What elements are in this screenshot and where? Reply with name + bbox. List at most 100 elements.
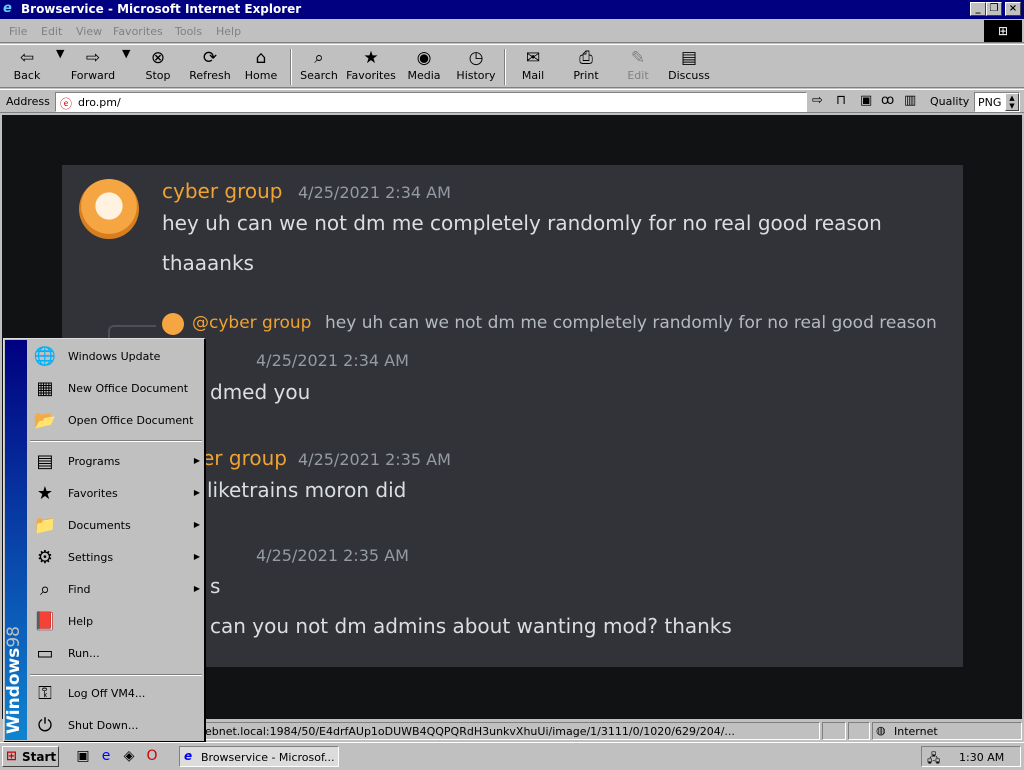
submenu-arrow-icon: ▶ bbox=[193, 520, 200, 529]
favorites-folder-icon: ★ bbox=[363, 48, 379, 68]
taskbar-window-button[interactable]: e Browservice - Microsof... bbox=[179, 746, 339, 767]
submenu-arrow-icon: ▶ bbox=[193, 584, 200, 593]
back-button[interactable]: ⇦ Back bbox=[4, 47, 50, 87]
shut-down-icon: ⏻ bbox=[37, 715, 53, 736]
menu-item-settings[interactable]: ⚙ Settings ▶ bbox=[28, 542, 204, 574]
message-text: thaaanks bbox=[162, 251, 254, 275]
discuss-button[interactable]: ▤ Discuss bbox=[666, 47, 712, 87]
menu-item-new-office-document[interactable]: ▦ New Office Document bbox=[28, 373, 204, 405]
home-button[interactable]: ⌂ Home bbox=[240, 47, 282, 87]
menu-edit[interactable]: Edit bbox=[41, 25, 62, 38]
settings-gear-icon: ⚙ bbox=[36, 547, 54, 568]
menu-help[interactable]: Help bbox=[216, 25, 241, 38]
quality-value: PNG bbox=[978, 96, 1002, 109]
media-icon: ◉ bbox=[416, 48, 432, 68]
menu-item-find[interactable]: ⌕ Find ▶ bbox=[28, 574, 204, 606]
address-input[interactable]: ⓔ dro.pm/ bbox=[55, 92, 807, 112]
print-button[interactable]: ⎙ Print bbox=[566, 47, 606, 87]
message-author: er group bbox=[202, 446, 287, 470]
help-book-icon: 📕 bbox=[33, 611, 57, 632]
search-button[interactable]: ⌕ Search bbox=[298, 47, 340, 87]
quality-spinner[interactable]: ▲ ▼ bbox=[1005, 93, 1019, 111]
history-button[interactable]: ◷ History bbox=[454, 47, 498, 87]
address-label: Address bbox=[6, 95, 50, 108]
menu-item-log-off[interactable]: ⚿ Log Off VM4... bbox=[28, 678, 204, 710]
message-text: dmed you bbox=[210, 380, 311, 404]
forward-button[interactable]: ⇨ Forward bbox=[68, 47, 118, 87]
page-icon: ⓔ bbox=[60, 97, 73, 111]
start-button[interactable]: ⊞ Start bbox=[2, 746, 59, 767]
mail-icon: ✉ bbox=[525, 48, 541, 68]
back-arrow-icon: ⇦ bbox=[19, 48, 35, 68]
go-arrow-icon[interactable]: ⇨ bbox=[812, 93, 823, 109]
message-text: s bbox=[210, 574, 221, 598]
quality-label: Quality bbox=[930, 95, 970, 108]
find-binoculars-icon[interactable]: ꝏ bbox=[881, 93, 894, 109]
menu-item-documents[interactable]: 📁 Documents ▶ bbox=[28, 510, 204, 542]
view-source-icon[interactable]: ▣ bbox=[860, 93, 872, 109]
menu-item-favorites[interactable]: ★ Favorites ▶ bbox=[28, 478, 204, 510]
toolbar: ⇦ Back ▼ ⇨ Forward ▼ ⊗ Stop ⟳ Refresh ⌂ … bbox=[0, 44, 1024, 88]
history-icon: ◷ bbox=[468, 48, 484, 68]
menu-view[interactable]: View bbox=[76, 25, 102, 38]
address-url: dro.pm/ bbox=[78, 96, 121, 109]
globe-icon: ◍ bbox=[876, 724, 886, 737]
address-bar: Address ⓔ dro.pm/ ⇨ ⊓ ▣ ꝏ ▥ Quality PNG … bbox=[0, 89, 1024, 113]
find-magnifier-icon: ⌕ bbox=[39, 579, 51, 600]
message-timestamp: 4/25/2021 2:35 AM bbox=[256, 546, 409, 565]
close-button[interactable]: × bbox=[1005, 2, 1021, 16]
favorites-button[interactable]: ★ Favorites bbox=[344, 47, 398, 87]
media-button[interactable]: ◉ Media bbox=[404, 47, 444, 87]
run-icon: ▭ bbox=[36, 643, 54, 664]
submenu-arrow-icon: ▶ bbox=[193, 488, 200, 497]
stop-icon: ⊗ bbox=[150, 48, 166, 68]
clock: 1:30 AM bbox=[959, 751, 1005, 764]
log-off-key-icon: ⚿ bbox=[38, 683, 52, 704]
mail-button[interactable]: ✉ Mail bbox=[512, 47, 554, 87]
menu-item-shut-down[interactable]: ⏻ Shut Down... bbox=[28, 710, 204, 742]
menu-item-programs[interactable]: ▤ Programs ▶ bbox=[28, 446, 204, 478]
forward-arrow-icon: ⇨ bbox=[85, 48, 101, 68]
search-icon: ⌕ bbox=[314, 48, 324, 68]
menu-item-run[interactable]: ▭ Run... bbox=[28, 638, 204, 670]
back-dropdown-icon[interactable]: ▼ bbox=[56, 47, 64, 87]
edit-button[interactable]: ✎ Edit bbox=[618, 47, 658, 87]
menu-item-windows-update[interactable]: 🌐 Windows Update bbox=[28, 341, 204, 373]
opera-icon[interactable]: O bbox=[143, 747, 161, 765]
submenu-arrow-icon: ▶ bbox=[193, 456, 200, 465]
menu-item-open-office-document[interactable]: 📂 Open Office Document bbox=[28, 405, 204, 437]
title-bar: e Browservice - Microsoft Internet Explo… bbox=[0, 0, 1024, 19]
stop-button[interactable]: ⊗ Stop bbox=[138, 47, 178, 87]
forward-dropdown-icon[interactable]: ▼ bbox=[122, 47, 130, 87]
printer-icon: ⎙ bbox=[579, 48, 593, 68]
favorites-icon: ★ bbox=[36, 483, 54, 504]
message-timestamp: 4/25/2021 2:34 AM bbox=[298, 183, 451, 202]
menu-tools[interactable]: Tools bbox=[175, 25, 202, 38]
bookmark-icon[interactable]: ⊓ bbox=[836, 93, 846, 109]
menu-bar: File Edit View Favorites Tools Help ⊞ bbox=[0, 19, 1024, 43]
globe-icon: 🌐 bbox=[33, 346, 57, 367]
edit-icon: ✎ bbox=[630, 48, 646, 68]
ie-logo-icon: e bbox=[3, 1, 12, 16]
menu-file[interactable]: File bbox=[9, 25, 27, 38]
windows-flag-icon: ⊞ bbox=[6, 749, 17, 764]
maximize-button[interactable]: ❐ bbox=[986, 2, 1002, 16]
internet-explorer-icon[interactable]: e bbox=[97, 747, 115, 765]
menu-item-help[interactable]: 📕 Help bbox=[28, 606, 204, 638]
menu-favorites[interactable]: Favorites bbox=[113, 25, 163, 38]
message-text: liketrains moron did bbox=[207, 478, 407, 502]
show-desktop-icon[interactable]: ▣ bbox=[74, 747, 92, 765]
status-panel bbox=[822, 722, 846, 740]
reply-text: hey uh can we not dm me completely rando… bbox=[325, 313, 937, 333]
network-icon[interactable]: 🖧 bbox=[927, 749, 940, 770]
refresh-button[interactable]: ⟳ Refresh bbox=[186, 47, 234, 87]
submenu-arrow-icon: ▶ bbox=[193, 552, 200, 561]
minimize-button[interactable]: _ bbox=[970, 2, 986, 16]
windows-logo-icon: ⊞ bbox=[984, 20, 1022, 42]
channels-icon[interactable]: ◈ bbox=[120, 747, 138, 765]
menu-separator bbox=[30, 674, 202, 676]
clipboard-icon[interactable]: ▥ bbox=[904, 93, 916, 109]
quality-select[interactable]: PNG ▲ ▼ bbox=[974, 92, 1020, 112]
status-zone-panel: ◍ Internet bbox=[872, 722, 1022, 740]
refresh-icon: ⟳ bbox=[202, 48, 218, 68]
